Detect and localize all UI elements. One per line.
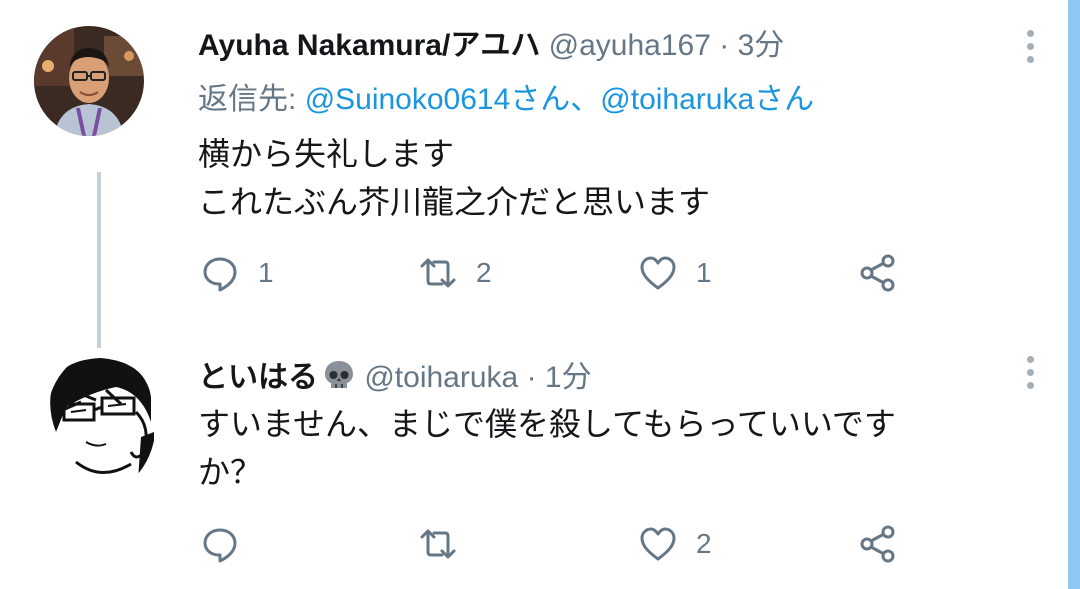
timestamp[interactable]: 1分 <box>545 361 592 394</box>
share-icon <box>860 525 895 563</box>
share-button[interactable] <box>858 524 898 564</box>
like-button[interactable]: 1 <box>638 253 712 293</box>
reply-button[interactable] <box>200 524 258 564</box>
thread-connector-line <box>97 172 101 348</box>
tweet-1-text: 横から失礼します これたぶん芥川龍之介だと思います <box>198 130 998 226</box>
dot-icon <box>1026 369 1034 376</box>
timestamp[interactable]: 3分 <box>738 29 785 62</box>
retweet-button[interactable] <box>418 524 476 564</box>
reply-button[interactable]: 1 <box>200 253 274 293</box>
dot-icon <box>1026 356 1034 363</box>
tweet-2-header: といはる @toiharuka · 1分 <box>198 358 592 396</box>
skull-icon <box>325 361 353 388</box>
retweet-button[interactable]: 2 <box>418 253 492 293</box>
tweet-line: 横から失礼します <box>198 136 455 172</box>
dot-icon <box>1026 43 1034 50</box>
retweet-count: 2 <box>476 257 492 288</box>
avatar-photo-ayuha <box>34 26 144 136</box>
like-count: 2 <box>696 528 712 559</box>
dot-icon <box>1026 56 1034 63</box>
heart-icon <box>640 256 676 290</box>
scrollbar[interactable] <box>1068 0 1080 589</box>
display-name[interactable]: といはる <box>198 361 318 394</box>
handle[interactable]: @toiharuka <box>364 361 518 394</box>
tweet-line: か？ <box>198 454 263 490</box>
reply-count: 1 <box>258 257 274 288</box>
reply-icon <box>203 257 237 292</box>
separator: · <box>526 361 537 394</box>
heart-icon <box>640 527 676 561</box>
dot-icon <box>1026 30 1034 37</box>
retweet-icon <box>420 258 456 288</box>
retweet-icon <box>420 529 456 559</box>
share-icon <box>860 254 895 292</box>
avatar-toiharuka[interactable] <box>46 352 156 492</box>
share-button[interactable] <box>858 253 898 293</box>
like-count: 1 <box>696 257 712 288</box>
more-options-button[interactable] <box>1020 356 1040 389</box>
reply-mentions[interactable]: @Suinoko0614さん、@toiharukaさん <box>305 83 814 116</box>
handle[interactable]: @ayuha167 <box>549 29 711 62</box>
separator: · <box>719 29 730 62</box>
avatar-drawing-toiharuka <box>46 352 156 492</box>
display-name[interactable]: Ayuha Nakamura/アユハ <box>198 29 540 62</box>
dot-icon <box>1026 382 1034 389</box>
like-button[interactable]: 2 <box>638 524 712 564</box>
reply-icon <box>203 528 237 563</box>
tweet-line: すいません、まじで僕を殺してもらっていいです <box>198 406 896 442</box>
reply-prefix: 返信先: <box>198 83 297 116</box>
tweet-2-text: すいません、まじで僕を殺してもらっていいです か？ <box>198 400 998 496</box>
tweet-line: これたぶん芥川龍之介だと思います <box>198 184 711 220</box>
tweet-1-header: Ayuha Nakamura/アユハ @ayuha167 · 3分 <box>198 28 784 64</box>
more-options-button[interactable] <box>1020 30 1040 63</box>
avatar-ayuha[interactable] <box>34 26 144 136</box>
replying-to: 返信先: @Suinoko0614さん、@toiharukaさん <box>198 82 814 118</box>
